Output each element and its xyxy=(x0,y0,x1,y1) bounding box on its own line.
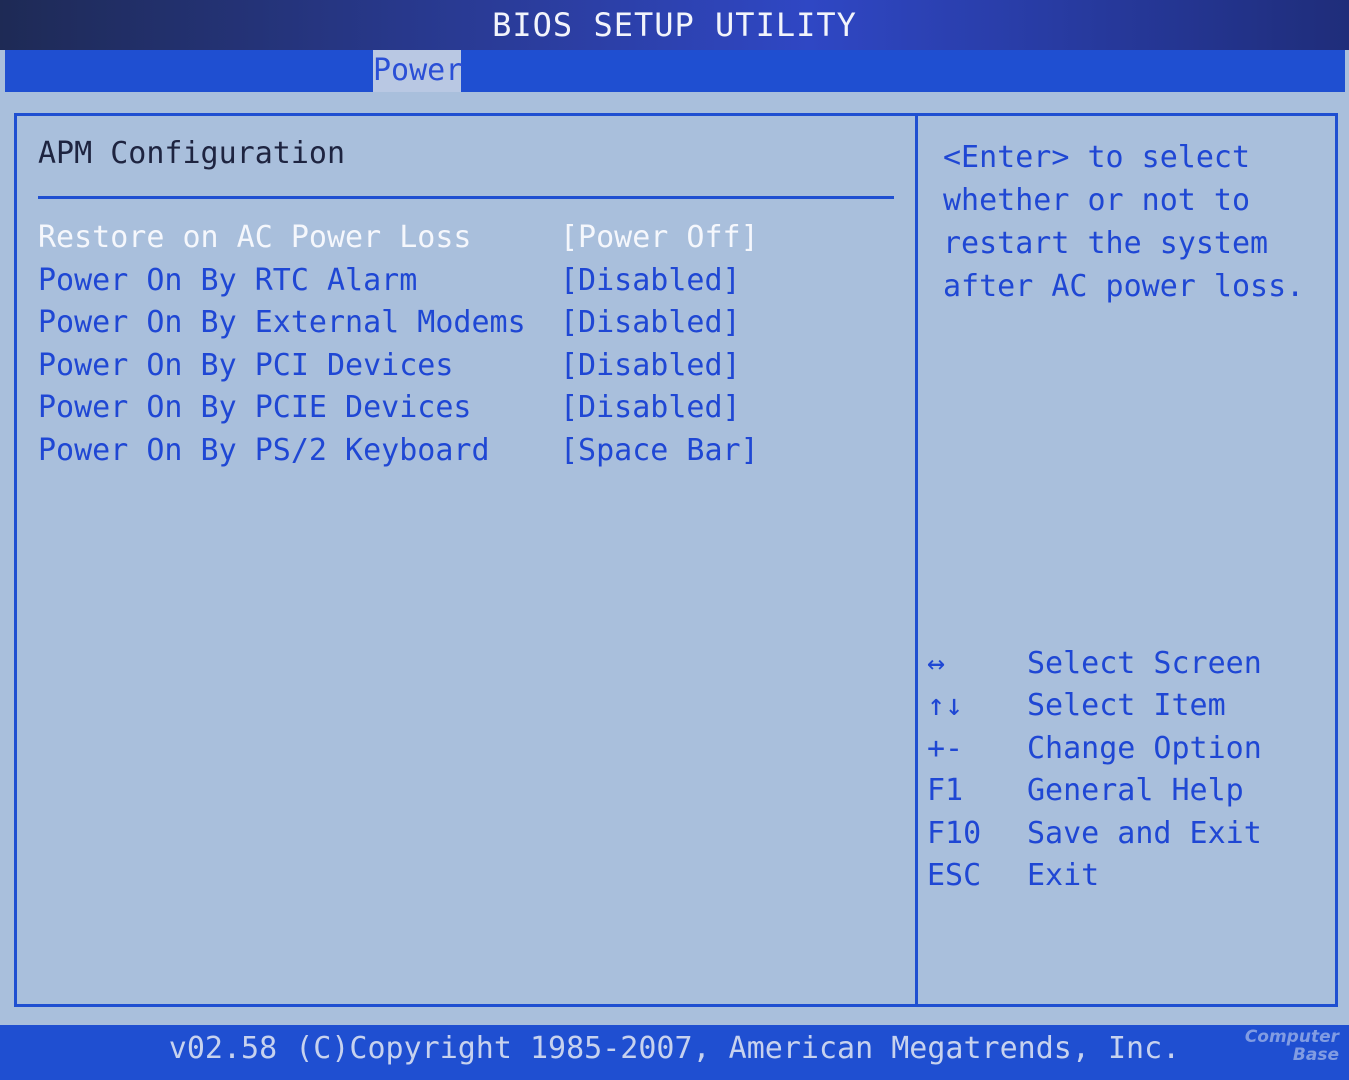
setting-label: Power On By External Modems xyxy=(38,305,526,341)
copyright-text: v02.58 (C)Copyright 1985-2007, American … xyxy=(168,1031,1181,1066)
setting-power-on-by-pci-devices[interactable]: Power On By PCI Devices [Disabled] xyxy=(38,348,898,391)
panel-divider xyxy=(915,113,918,1007)
setting-value[interactable]: [Power Off] xyxy=(560,220,759,255)
key-description: Save and Exit xyxy=(1027,815,1262,851)
plus-minus-key: +- xyxy=(927,730,964,766)
key-row-select-screen: ↔ Select Screen xyxy=(927,646,1327,688)
watermark-line: Base xyxy=(1292,1045,1339,1065)
setting-label: Restore on AC Power Loss xyxy=(38,220,472,255)
setting-power-on-by-pcie-devices[interactable]: Power On By PCIE Devices [Disabled] xyxy=(38,390,898,433)
key-row-change-option: +- Change Option xyxy=(927,731,1327,773)
settings-list: Restore on AC Power Loss [Power Off] Pow… xyxy=(38,220,898,476)
watermark-logo: Computer Base xyxy=(1245,1028,1339,1064)
setting-label: Power On By RTC Alarm xyxy=(38,262,418,298)
section-title: APM Configuration xyxy=(38,136,346,171)
key-description: Select Item xyxy=(1027,688,1226,724)
setting-power-on-by-external-modems[interactable]: Power On By External Modems [Disabled] xyxy=(38,305,898,348)
setting-label: Power On By PS/2 Keyboard xyxy=(38,432,490,468)
key-description: Change Option xyxy=(1027,730,1262,766)
setting-label: Power On By PCI Devices xyxy=(38,347,454,383)
key-description: Select Screen xyxy=(1027,646,1262,681)
window-title: BIOS SETUP UTILITY xyxy=(492,6,857,44)
setting-value[interactable]: [Space Bar] xyxy=(560,433,759,468)
menu-bar: Power xyxy=(5,50,1345,92)
bios-screen: BIOS SETUP UTILITY Power APM Configurati… xyxy=(0,0,1349,1080)
key-description: Exit xyxy=(1027,857,1100,893)
watermark-line: Computer xyxy=(1244,1027,1339,1047)
setting-value[interactable]: [Disabled] xyxy=(560,305,741,340)
key-row-exit: ESC Exit xyxy=(927,858,1327,900)
setting-power-on-by-ps2-keyboard[interactable]: Power On By PS/2 Keyboard [Space Bar] xyxy=(38,433,898,476)
setting-label: Power On By PCIE Devices xyxy=(38,390,472,426)
f10-key: F10 xyxy=(927,815,982,851)
setting-power-on-by-rtc-alarm[interactable]: Power On By RTC Alarm [Disabled] xyxy=(38,263,898,306)
f1-key: F1 xyxy=(927,773,964,809)
key-description: General Help xyxy=(1027,773,1244,809)
setting-value[interactable]: [Disabled] xyxy=(560,263,741,298)
key-row-save-and-exit: F10 Save and Exit xyxy=(927,816,1327,858)
section-divider xyxy=(38,196,894,199)
left-right-arrow-icon: ↔ xyxy=(927,646,946,681)
up-down-arrow-icon: ↑↓ xyxy=(927,688,964,724)
help-line: <Enter> to select xyxy=(943,140,1251,175)
key-row-general-help: F1 General Help xyxy=(927,773,1327,815)
help-panel: <Enter> to select whether or not to rest… xyxy=(943,136,1323,308)
help-line: whether or not to xyxy=(943,183,1251,218)
tab-power[interactable]: Power xyxy=(373,50,463,92)
help-line: restart the system xyxy=(943,226,1269,261)
setting-value[interactable]: [Disabled] xyxy=(560,348,741,383)
setting-value[interactable]: [Disabled] xyxy=(560,390,741,425)
key-row-select-item: ↑↓ Select Item xyxy=(927,688,1327,730)
esc-key: ESC xyxy=(927,857,982,893)
key-legend: ↔ Select Screen ↑↓ Select Item +- Change… xyxy=(927,646,1327,900)
setting-restore-on-ac-power-loss[interactable]: Restore on AC Power Loss [Power Off] xyxy=(38,220,898,263)
help-line: after AC power loss. xyxy=(943,269,1305,304)
